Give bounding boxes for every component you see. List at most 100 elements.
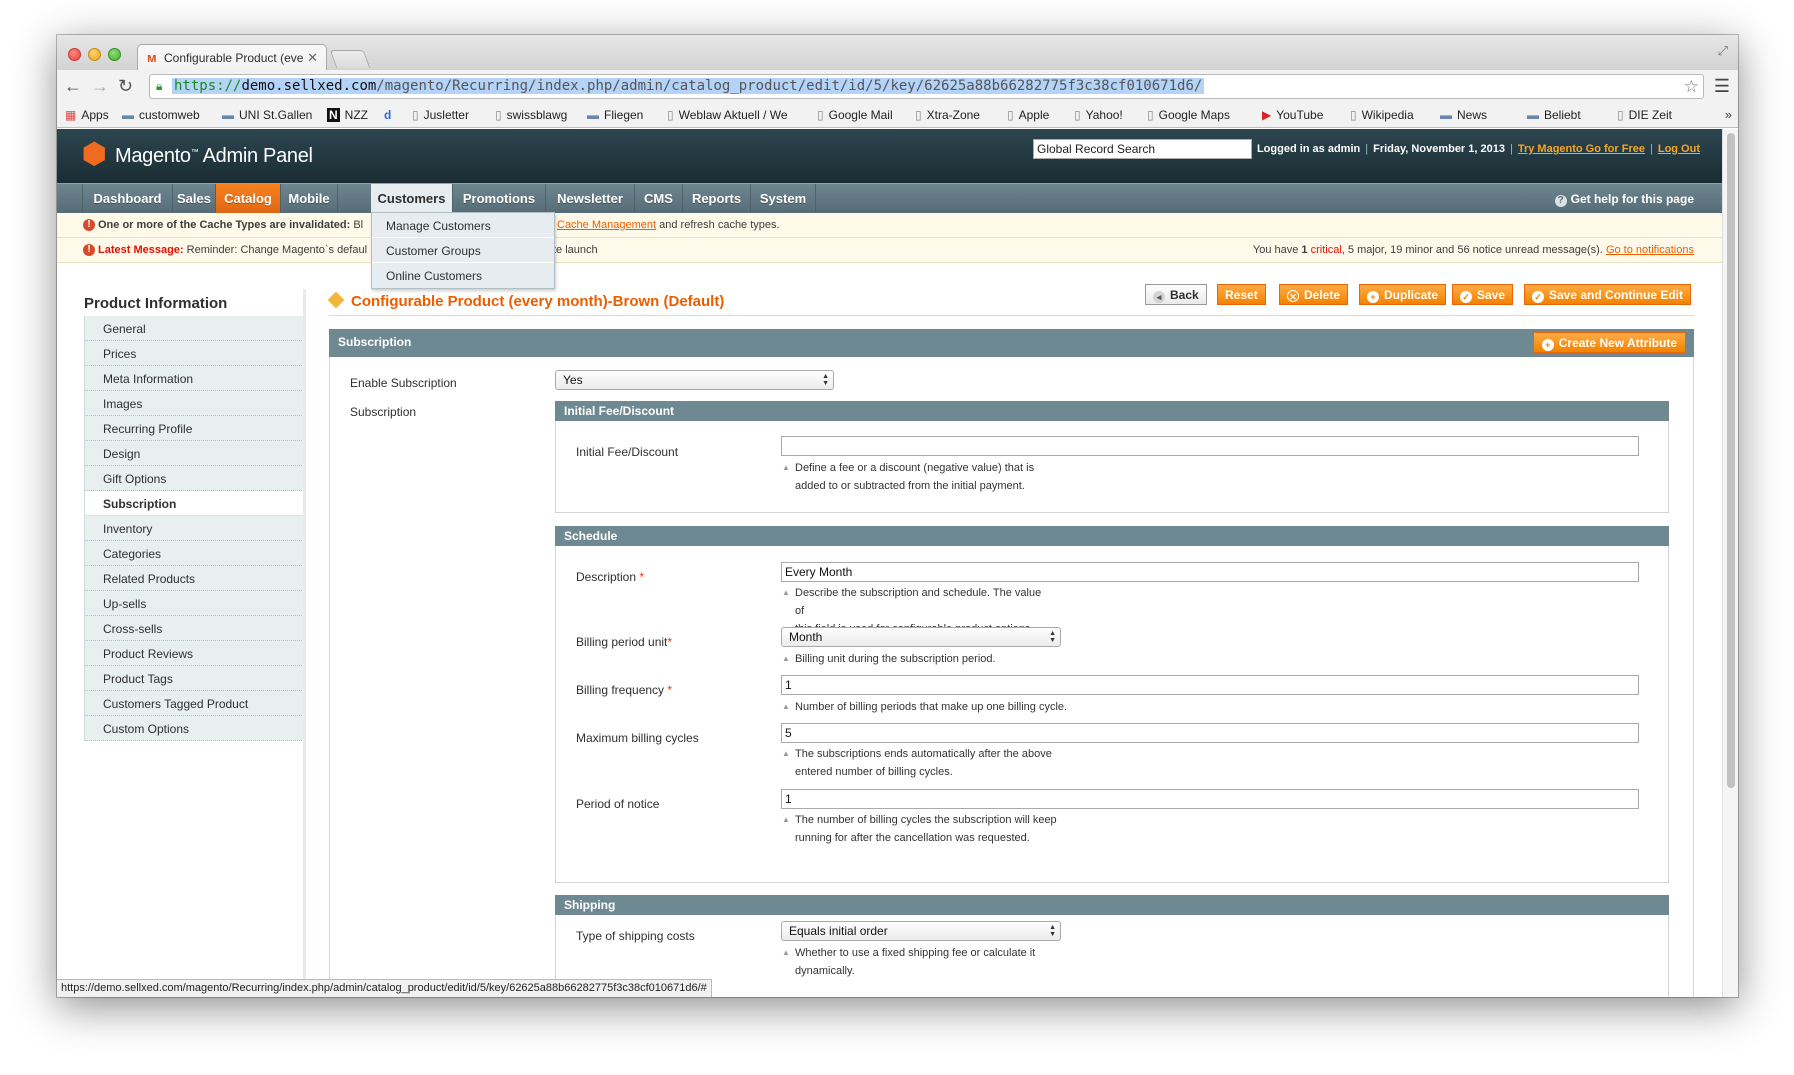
browser-tab[interactable]: ᴍ Configurable Product (eve ✕ [137, 44, 327, 71]
bookmark-swissblawg[interactable]: ▯ swissblawg [495, 108, 567, 122]
sidebar-item-cross-sells[interactable]: Cross-sells [85, 616, 304, 641]
save-and-continue-button[interactable]: ✓ Save and Continue Edit [1524, 284, 1692, 305]
fullscreen-icon[interactable]: ⤢ [1718, 43, 1728, 59]
delete-button[interactable]: ✕ Delete [1279, 284, 1349, 305]
bookmark-google-maps[interactable]: ▯ Google Maps [1147, 108, 1230, 122]
sidebar-item-inventory[interactable]: Inventory [85, 516, 304, 541]
save-button[interactable]: ✓ Save [1452, 284, 1514, 305]
max-billing-cycles-input[interactable] [781, 723, 1639, 743]
bookmark-label: DIE Zeit [1628, 108, 1672, 122]
create-new-attribute-button[interactable]: + Create New Attribute [1532, 332, 1686, 353]
back-button[interactable]: ◂ Back [1145, 284, 1207, 305]
menu-manage-customers[interactable]: Manage Customers [372, 213, 554, 238]
enable-subscription-select[interactable]: Yes ▲ ▼ [555, 370, 834, 390]
duplicate-button[interactable]: + Duplicate [1359, 284, 1447, 305]
bookmark-jusletter[interactable]: ▯ Jusletter [412, 108, 469, 122]
bookmark-label: Yahoo! [1085, 108, 1123, 122]
page-scrollbar[interactable] [1722, 129, 1738, 997]
bookmarks-overflow-icon[interactable]: » [1725, 107, 1732, 122]
reset-button[interactable]: Reset [1217, 284, 1266, 305]
sidebar-item-recurring-profile[interactable]: Recurring Profile [85, 416, 304, 441]
bookmark-apps[interactable]: ▦ Apps [65, 108, 109, 122]
sidebar-item-gift-options[interactable]: Gift Options [85, 466, 304, 491]
billing-period-unit-select[interactable]: Month ▲ ▼ [781, 627, 1061, 647]
go-to-notifications-link[interactable]: Go to notifications [1606, 244, 1694, 256]
sidebar-item-categories[interactable]: Categories [85, 541, 304, 566]
global-record-search-input[interactable] [1033, 139, 1252, 159]
nav-mobile[interactable]: Mobile [281, 184, 338, 213]
sidebar-item-product-tags[interactable]: Product Tags [85, 666, 304, 691]
sidebar-item-related-products[interactable]: Related Products [85, 566, 304, 591]
bookmark-die-zeit[interactable]: ▯ DIE Zeit [1617, 108, 1672, 122]
page-title-text: Configurable Product (every month)-Brown… [351, 293, 725, 310]
bookmark-google-mail[interactable]: ▯ Google Mail [817, 108, 893, 122]
browser-menu-icon[interactable]: ☰ [1714, 76, 1730, 97]
select-value: Equals initial order [789, 924, 888, 938]
sidebar-item-prices[interactable]: Prices [85, 341, 304, 366]
window-close-button[interactable] [68, 48, 81, 61]
bookmark-d[interactable]: d [384, 108, 396, 122]
check-icon: ✓ [1532, 291, 1544, 303]
nav-newsletter[interactable]: Newsletter [546, 184, 635, 213]
description-input[interactable] [781, 562, 1639, 582]
bookmark-weblaw[interactable]: ▯ Weblaw Aktuell / We [667, 108, 788, 122]
reload-icon[interactable]: ↻ [118, 76, 133, 96]
bookmark-apple[interactable]: ▯ Apple [1007, 108, 1049, 122]
nav-promotions[interactable]: Promotions [453, 184, 546, 213]
url-text[interactable]: https://demo.sellxed.com/magento/Recurri… [172, 78, 1205, 94]
sidebar-item-up-sells[interactable]: Up-sells [85, 591, 304, 616]
bookmark-nzz[interactable]: N NZZ [327, 108, 368, 122]
bookmark-uni-stgallen[interactable]: ▬ UNI St.Gallen [222, 108, 312, 122]
sidebar-item-product-reviews[interactable]: Product Reviews [85, 641, 304, 666]
bookmark-yahoo[interactable]: ▯ Yahoo! [1074, 108, 1123, 122]
customers-dropdown-menu: Manage Customers Customer Groups Online … [371, 212, 555, 289]
nav-cms[interactable]: CMS [635, 184, 683, 213]
window-minimize-button[interactable] [88, 48, 101, 61]
bookmark-wikipedia[interactable]: ▯ Wikipedia [1350, 108, 1414, 122]
forward-arrow-icon[interactable]: → [91, 76, 109, 96]
help-link[interactable]: ? Get help for this page [1554, 192, 1694, 207]
bookmark-beliebt[interactable]: ▬ Beliebt [1527, 108, 1581, 122]
bookmark-star-icon[interactable]: ☆ [1684, 77, 1699, 97]
sidebar-item-customers-tagged-product[interactable]: Customers Tagged Product [85, 691, 304, 716]
cache-management-link[interactable]: Cache Management [557, 219, 656, 231]
shipping-type-select[interactable]: Equals initial order ▲ ▼ [781, 921, 1061, 941]
url-path: /magento/Recurring/index.php/admin/catal… [376, 78, 1203, 94]
sidebar-item-subscription[interactable]: Subscription [85, 491, 304, 516]
scrollbar-thumb[interactable] [1727, 133, 1735, 788]
sidebar-item-images[interactable]: Images [85, 391, 304, 416]
nav-catalog[interactable]: Catalog [216, 184, 281, 213]
nav-reports[interactable]: Reports [683, 184, 751, 213]
new-tab-button[interactable] [329, 50, 371, 68]
bookmark-customweb[interactable]: ▬ customweb [122, 108, 200, 122]
nav-customers[interactable]: Customers [371, 184, 453, 213]
nav-system[interactable]: System [751, 184, 816, 213]
nav-dashboard[interactable]: Dashboard [82, 184, 173, 213]
billing-frequency-input[interactable] [781, 675, 1639, 695]
nav-sales[interactable]: Sales [173, 184, 216, 213]
bookmark-news[interactable]: ▬ News [1440, 108, 1487, 122]
label-text: Description [576, 570, 637, 584]
menu-customer-groups[interactable]: Customer Groups [372, 238, 554, 263]
bookmark-youtube[interactable]: ▶ YouTube [1262, 108, 1323, 122]
note-triangle-icon: ▲ [782, 702, 790, 711]
sidebar-item-design[interactable]: Design [85, 441, 304, 466]
sidebar-item-general[interactable]: General [85, 316, 304, 341]
logout-link[interactable]: Log Out [1658, 143, 1700, 155]
bookmark-fliegen[interactable]: ▬ Fliegen [587, 108, 643, 122]
initial-fee-input[interactable] [781, 436, 1639, 456]
bookmark-xtra-zone[interactable]: ▯ Xtra-Zone [915, 108, 980, 122]
tab-close-icon[interactable]: ✕ [307, 50, 318, 66]
bookmark-label: News [1457, 108, 1488, 122]
window-maximize-button[interactable] [108, 48, 121, 61]
try-magento-go-link[interactable]: Try Magento Go for Free [1518, 143, 1645, 155]
back-arrow-icon[interactable]: ← [64, 76, 82, 96]
period-of-notice-input[interactable] [781, 789, 1639, 809]
admin-panel-logo[interactable]: Magento™ Admin Panel [115, 145, 313, 168]
sidebar-item-meta-information[interactable]: Meta Information [85, 366, 304, 391]
menu-online-customers[interactable]: Online Customers [372, 263, 554, 288]
url-scheme: https:// [174, 78, 242, 94]
address-bar[interactable]: 🔒︎ https://demo.sellxed.com/magento/Recu… [149, 74, 1704, 99]
latest-message-label: Latest Message: [98, 244, 184, 256]
sidebar-item-custom-options[interactable]: Custom Options [85, 716, 304, 741]
